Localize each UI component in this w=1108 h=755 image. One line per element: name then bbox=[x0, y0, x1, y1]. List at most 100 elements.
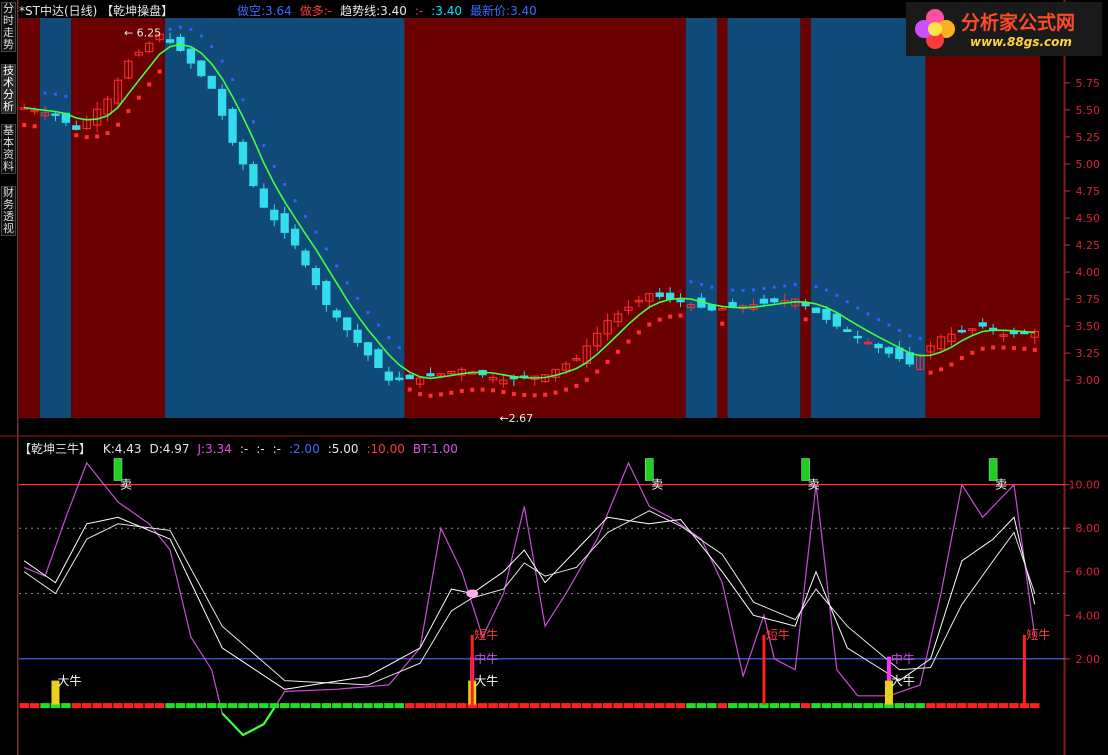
long-stop-dot bbox=[532, 393, 537, 398]
state-cell bbox=[644, 703, 655, 709]
long-stop-dot bbox=[991, 345, 996, 350]
state-cell bbox=[113, 703, 123, 709]
state-cell bbox=[936, 703, 946, 709]
state-cell bbox=[977, 703, 988, 709]
regime-band bbox=[404, 18, 686, 418]
state-cell bbox=[915, 703, 925, 709]
long-stop-dot bbox=[501, 390, 506, 395]
y-tick-label: 5.00 bbox=[1076, 158, 1101, 171]
short-stop-dot bbox=[251, 120, 255, 124]
state-cell bbox=[675, 703, 686, 709]
short-stop-dot bbox=[710, 285, 714, 289]
short-bull-bar bbox=[470, 634, 474, 705]
long-stop-dot bbox=[959, 356, 964, 360]
regime-band bbox=[800, 18, 811, 418]
header-item: 做空:3.64 bbox=[236, 4, 292, 18]
header-item: D:4.97 bbox=[149, 442, 190, 456]
candle-body bbox=[218, 88, 227, 116]
long-stop-dot bbox=[418, 392, 423, 397]
y-tick-label: 3.50 bbox=[1076, 320, 1101, 333]
short-stop-dot bbox=[918, 336, 922, 340]
header-item: 做多:- bbox=[299, 4, 333, 18]
long-stop-dot bbox=[84, 135, 89, 140]
candle-body bbox=[384, 371, 393, 381]
state-cell bbox=[71, 703, 82, 709]
candle-body bbox=[978, 322, 987, 327]
candle-body bbox=[676, 299, 685, 303]
header-item: :- bbox=[272, 442, 281, 456]
state-cell bbox=[186, 703, 196, 709]
short-stop-dot bbox=[856, 306, 860, 310]
state-cell bbox=[509, 703, 519, 709]
state-cell bbox=[988, 703, 998, 709]
short-stop-dot bbox=[189, 27, 193, 31]
long-stop-dot bbox=[136, 95, 141, 100]
state-cell bbox=[477, 703, 488, 709]
state-cell bbox=[665, 703, 675, 709]
state-cell bbox=[154, 703, 165, 709]
state-cell bbox=[530, 703, 540, 709]
long-stop-dot bbox=[147, 82, 152, 87]
state-cell bbox=[290, 703, 300, 709]
long-stop-dot bbox=[970, 350, 975, 355]
state-cell bbox=[279, 703, 290, 709]
candle-body bbox=[1009, 331, 1019, 335]
short-bull-label: 短牛 bbox=[1026, 627, 1050, 642]
y-tick-label: 3.00 bbox=[1076, 374, 1101, 387]
short-bull-label: 短牛 bbox=[766, 627, 790, 642]
short-stop-dot bbox=[845, 300, 849, 304]
long-stop-dot bbox=[553, 390, 558, 395]
chart-area: 3.00 3.25 3.50 3.75 4.00 4.25 4.50 4.75 5.00 5.25… bbox=[0, 0, 1108, 755]
site-logo: 分析家公式网 www.88gs.com bbox=[906, 2, 1102, 56]
y-tick-label: 4.75 bbox=[1076, 185, 1101, 198]
short-stop-dot bbox=[376, 323, 380, 327]
state-cell bbox=[446, 703, 457, 709]
short-stop-dot bbox=[231, 78, 235, 82]
header-item: K:4.43 bbox=[102, 442, 142, 456]
state-cell bbox=[217, 703, 227, 709]
y-tick-label: 4.50 bbox=[1076, 212, 1101, 225]
y-tick-label: 4.25 bbox=[1076, 239, 1101, 252]
state-cell bbox=[102, 703, 113, 709]
long-stop-dot bbox=[928, 370, 933, 375]
long-stop-dot bbox=[438, 392, 443, 397]
short-stop-dot bbox=[387, 336, 391, 340]
state-cell bbox=[821, 703, 832, 709]
short-stop-dot bbox=[908, 334, 912, 338]
y-tick-label: 4.00 bbox=[1076, 266, 1101, 279]
state-cell bbox=[311, 703, 321, 709]
header-item: :2.00 bbox=[288, 442, 320, 456]
state-cell bbox=[321, 703, 332, 709]
state-cell bbox=[717, 703, 727, 709]
candle-body bbox=[655, 292, 664, 297]
candle-body bbox=[186, 48, 196, 64]
state-cell bbox=[873, 703, 884, 709]
state-cell bbox=[227, 703, 238, 709]
long-stop-dot bbox=[678, 313, 683, 318]
short-bull-label: 短牛 bbox=[474, 627, 498, 642]
candle-body bbox=[238, 141, 248, 165]
main-header: *ST中达(日线) 【乾坤操盘】 做空:3.64 做多:- 趋势线:3.40:-:3… bbox=[19, 2, 537, 19]
long-stop-dot bbox=[95, 134, 100, 139]
short-stop-dot bbox=[835, 293, 839, 297]
candle-body bbox=[832, 313, 841, 327]
mid-bull-label: 中牛 bbox=[474, 651, 498, 666]
state-cell bbox=[82, 703, 92, 709]
short-stop-dot bbox=[335, 264, 339, 268]
state-cell bbox=[707, 703, 717, 709]
short-stop-dot bbox=[772, 285, 776, 289]
state-cell bbox=[602, 703, 613, 709]
y-tick-label: 4.00 bbox=[1076, 609, 1101, 622]
short-stop-dot bbox=[877, 318, 881, 322]
state-cell bbox=[165, 703, 175, 709]
state-cell bbox=[540, 703, 550, 709]
long-stop-dot bbox=[939, 367, 944, 372]
short-stop-dot bbox=[43, 91, 47, 95]
state-cell bbox=[207, 703, 217, 709]
state-cell bbox=[894, 703, 905, 709]
long-stop-dot bbox=[595, 369, 600, 374]
short-stop-dot bbox=[220, 59, 224, 63]
header-item: :3.40 bbox=[431, 4, 463, 18]
state-cell bbox=[550, 703, 561, 709]
long-stop-dot bbox=[803, 317, 808, 322]
